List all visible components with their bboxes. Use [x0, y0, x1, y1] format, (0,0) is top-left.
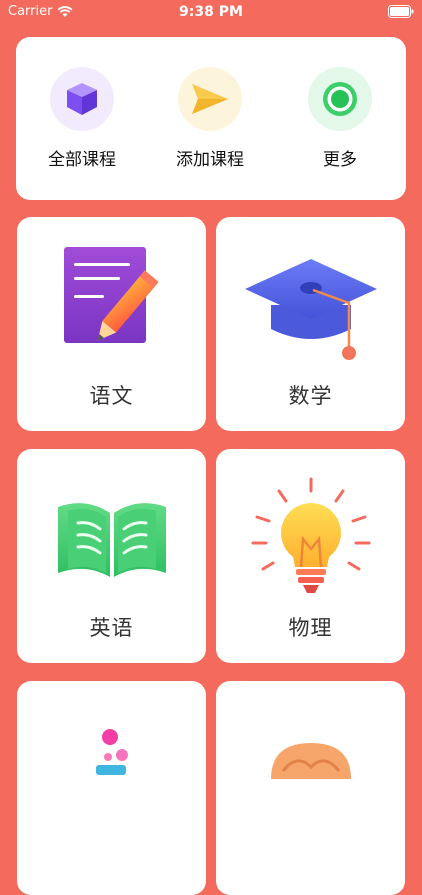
send-icon	[178, 67, 242, 131]
more-circle-icon	[308, 67, 372, 131]
subject-name: 物理	[288, 616, 333, 640]
subject-card-chemistry[interactable]	[17, 681, 206, 895]
subject-name: 英语	[89, 616, 134, 640]
more-button[interactable]: 更多	[280, 67, 400, 170]
brain-icon	[216, 709, 405, 829]
subject-card-chinese[interactable]: 语文	[17, 217, 206, 431]
status-bar: Carrier 9:38 PM	[0, 0, 422, 24]
subject-card-english[interactable]: 英语	[17, 449, 206, 663]
add-course-label: 添加课程	[176, 150, 244, 170]
all-courses-label: 全部课程	[48, 150, 116, 170]
notebook-pencil-icon	[17, 245, 206, 365]
subject-name: 数学	[288, 384, 333, 408]
add-course-button[interactable]: 添加课程	[150, 67, 270, 170]
subject-name: 语文	[89, 384, 134, 408]
cube-icon	[50, 67, 114, 131]
subject-card-physics[interactable]: 物理	[216, 449, 405, 663]
quick-actions-card: 全部课程 添加课程 更多	[16, 37, 406, 200]
more-label: 更多	[323, 150, 357, 170]
status-time: 9:38 PM	[179, 4, 243, 20]
subject-card-math[interactable]: 数学	[216, 217, 405, 431]
all-courses-button[interactable]: 全部课程	[22, 67, 142, 170]
subject-card-biology[interactable]	[216, 681, 405, 895]
battery-icon	[388, 5, 414, 22]
graduation-cap-icon	[216, 245, 405, 365]
flask-icon	[17, 709, 206, 829]
light-bulb-icon	[216, 477, 405, 597]
open-book-icon	[17, 477, 206, 597]
